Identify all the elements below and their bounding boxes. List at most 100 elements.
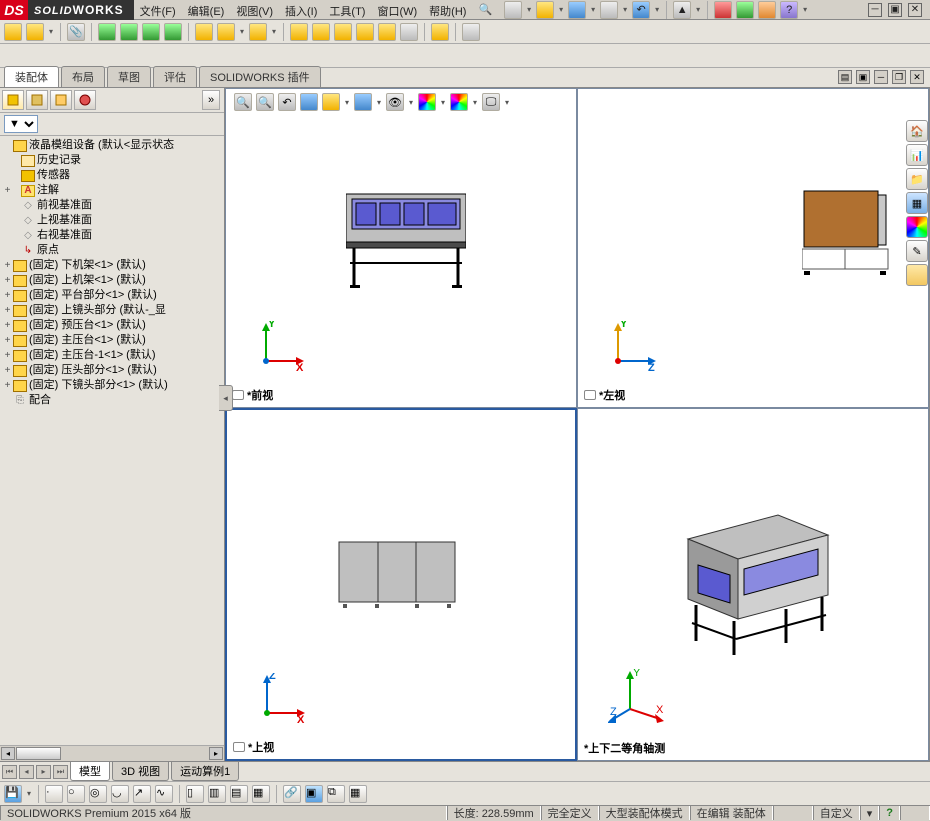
minimize-button[interactable]: ─	[868, 3, 882, 17]
tree-row[interactable]: +(固定) 下镜头部分<1> (默认)	[2, 378, 224, 393]
status-custom[interactable]: 自定义	[813, 806, 860, 820]
open-doc-button[interactable]	[536, 1, 554, 19]
hide-show-button[interactable]: 👁	[386, 93, 404, 111]
menu-tools[interactable]: 工具(T)	[323, 0, 371, 19]
scroll-thumb[interactable]	[16, 747, 61, 760]
link-views-button[interactable]: 🔗	[283, 785, 301, 803]
task-custom-properties-button[interactable]: ✎	[906, 240, 928, 262]
task-appearances-button[interactable]	[906, 216, 928, 238]
maximize-button[interactable]: ▣	[888, 3, 902, 17]
tab-solidworks-addins[interactable]: SOLIDWORKS 插件	[199, 66, 321, 87]
point-button[interactable]: ·	[45, 785, 63, 803]
fm-flyout-button[interactable]: »	[202, 90, 220, 110]
scroll-left-arrow-icon[interactable]: ◂	[1, 747, 15, 760]
tab-sketch[interactable]: 草图	[107, 66, 151, 87]
viewport-isometric[interactable]: YXZ *上下二等角轴测	[577, 408, 929, 761]
status-resize-grip[interactable]	[900, 806, 930, 820]
apply-scene-button[interactable]	[450, 93, 468, 111]
mate-button[interactable]	[26, 23, 44, 41]
tree-row[interactable]: +A注解	[2, 183, 224, 198]
tab-nav-last[interactable]: ⏭	[53, 765, 68, 779]
mate-dropdown[interactable]: ▾	[48, 23, 54, 41]
print-button[interactable]	[600, 1, 618, 19]
viewport-front[interactable]: 🔍 🔍 ↶ ▾ ▾ 👁▾ ▾ ▾ 🖵▾	[225, 88, 577, 408]
help-button[interactable]: ?	[780, 1, 798, 19]
section-view-button[interactable]	[300, 93, 318, 111]
task-design-library-button[interactable]: 📊	[906, 144, 928, 166]
paperclip-icon[interactable]: 📎	[67, 23, 85, 41]
menu-window[interactable]: 窗口(W)	[371, 0, 423, 19]
rebuild-button[interactable]	[714, 1, 732, 19]
task-file-explorer-button[interactable]: 📁	[906, 168, 928, 190]
target-button[interactable]: ◎	[89, 785, 107, 803]
scroll-right-arrow-icon[interactable]: ▸	[209, 747, 223, 760]
menu-file[interactable]: 文件(F)	[134, 0, 182, 19]
grid-4-button[interactable]: ▦	[252, 785, 270, 803]
new-doc-button[interactable]	[504, 1, 522, 19]
speedpak-button[interactable]	[462, 23, 480, 41]
tree-row[interactable]: +(固定) 压头部分<1> (默认)	[2, 363, 224, 378]
assembly-features-button[interactable]	[217, 23, 235, 41]
print-dropdown[interactable]: ▾	[622, 1, 628, 19]
view-orientation-button[interactable]	[322, 93, 340, 111]
tab-evaluate[interactable]: 评估	[153, 66, 197, 87]
grid-2-button[interactable]: ▥	[208, 785, 226, 803]
options-button[interactable]	[736, 1, 754, 19]
bottom-tab-3dview[interactable]: 3D 视图	[112, 762, 169, 781]
instant3d-button[interactable]	[400, 23, 418, 41]
large-assembly-button[interactable]	[431, 23, 449, 41]
help-dropdown[interactable]: ▾	[802, 1, 808, 19]
quick-save-button[interactable]: 💾	[4, 785, 22, 803]
feature-filter-select[interactable]: ▼	[4, 115, 38, 133]
tree-row[interactable]: 传感器	[2, 168, 224, 183]
select-dropdown[interactable]: ▾	[695, 1, 701, 19]
grid-3-button[interactable]: ▤	[230, 785, 248, 803]
arrow-button[interactable]: ↗	[133, 785, 151, 803]
doc-minimize-button[interactable]: ─	[874, 70, 888, 84]
orient-dropdown[interactable]: ▾	[344, 93, 350, 111]
zoom-fit-button[interactable]: 🔍	[234, 93, 252, 111]
close-button[interactable]: ✕	[908, 3, 922, 17]
linear-pattern-button[interactable]	[98, 23, 116, 41]
tree-row[interactable]: ◇前视基准面	[2, 198, 224, 213]
tab-nav-prev[interactable]: ◂	[19, 765, 34, 779]
status-help-button[interactable]: ?	[879, 806, 900, 820]
tab-layout[interactable]: 布局	[61, 66, 105, 87]
menu-search-icon[interactable]: 🔍	[472, 0, 498, 19]
hide-dropdown[interactable]: ▾	[408, 93, 414, 111]
save-dropdown[interactable]: ▾	[590, 1, 596, 19]
tree-row[interactable]: +(固定) 预压台<1> (默认)	[2, 318, 224, 333]
show-hidden-button[interactable]	[195, 23, 213, 41]
rotate-component-button[interactable]	[164, 23, 182, 41]
task-view-palette-button[interactable]: ▦	[906, 192, 928, 214]
tree-row[interactable]: 液晶模组设备 (默认<显示状态	[2, 138, 224, 153]
task-home-button[interactable]: 🏠	[906, 120, 928, 142]
bottom-tab-motion1[interactable]: 运动算例1	[171, 762, 239, 781]
undo-dropdown[interactable]: ▾	[654, 1, 660, 19]
asm-feat-dropdown[interactable]: ▾	[239, 23, 245, 41]
screen-capture-button[interactable]	[758, 1, 776, 19]
feature-tree[interactable]: 液晶模组设备 (默认<显示状态历史记录传感器+A注解◇前视基准面◇上视基准面◇右…	[0, 136, 224, 745]
curve-button[interactable]: ∿	[155, 785, 173, 803]
grid-1-button[interactable]: ▯	[186, 785, 204, 803]
tab-assembly[interactable]: 装配体	[4, 66, 59, 87]
doc-close-button[interactable]: ✕	[910, 70, 924, 84]
tab-nav-next[interactable]: ▸	[36, 765, 51, 779]
fm-tab-property[interactable]	[26, 90, 48, 110]
zoom-area-button[interactable]: 🔍	[256, 93, 274, 111]
new-doc-dropdown[interactable]: ▾	[526, 1, 532, 19]
panel-collapse-handle[interactable]: ◂	[219, 385, 233, 411]
tree-row[interactable]: 历史记录	[2, 153, 224, 168]
doc-new-window-button[interactable]: ▣	[856, 70, 870, 84]
quick-save-dropdown[interactable]: ▾	[26, 785, 32, 803]
tree-row[interactable]: ⎘配合	[2, 393, 224, 408]
open-doc-dropdown[interactable]: ▾	[558, 1, 564, 19]
doc-restore-button[interactable]: ❐	[892, 70, 906, 84]
tree-row[interactable]: +(固定) 主压台-1<1> (默认)	[2, 348, 224, 363]
fm-tab-configuration[interactable]	[50, 90, 72, 110]
viewport-left[interactable]: YZ *左视	[577, 88, 929, 408]
appearance-dropdown[interactable]: ▾	[440, 93, 446, 111]
select-button[interactable]: ▲	[673, 1, 691, 19]
edit-appearance-button[interactable]	[418, 93, 436, 111]
tree-row[interactable]: +(固定) 主压台<1> (默认)	[2, 333, 224, 348]
